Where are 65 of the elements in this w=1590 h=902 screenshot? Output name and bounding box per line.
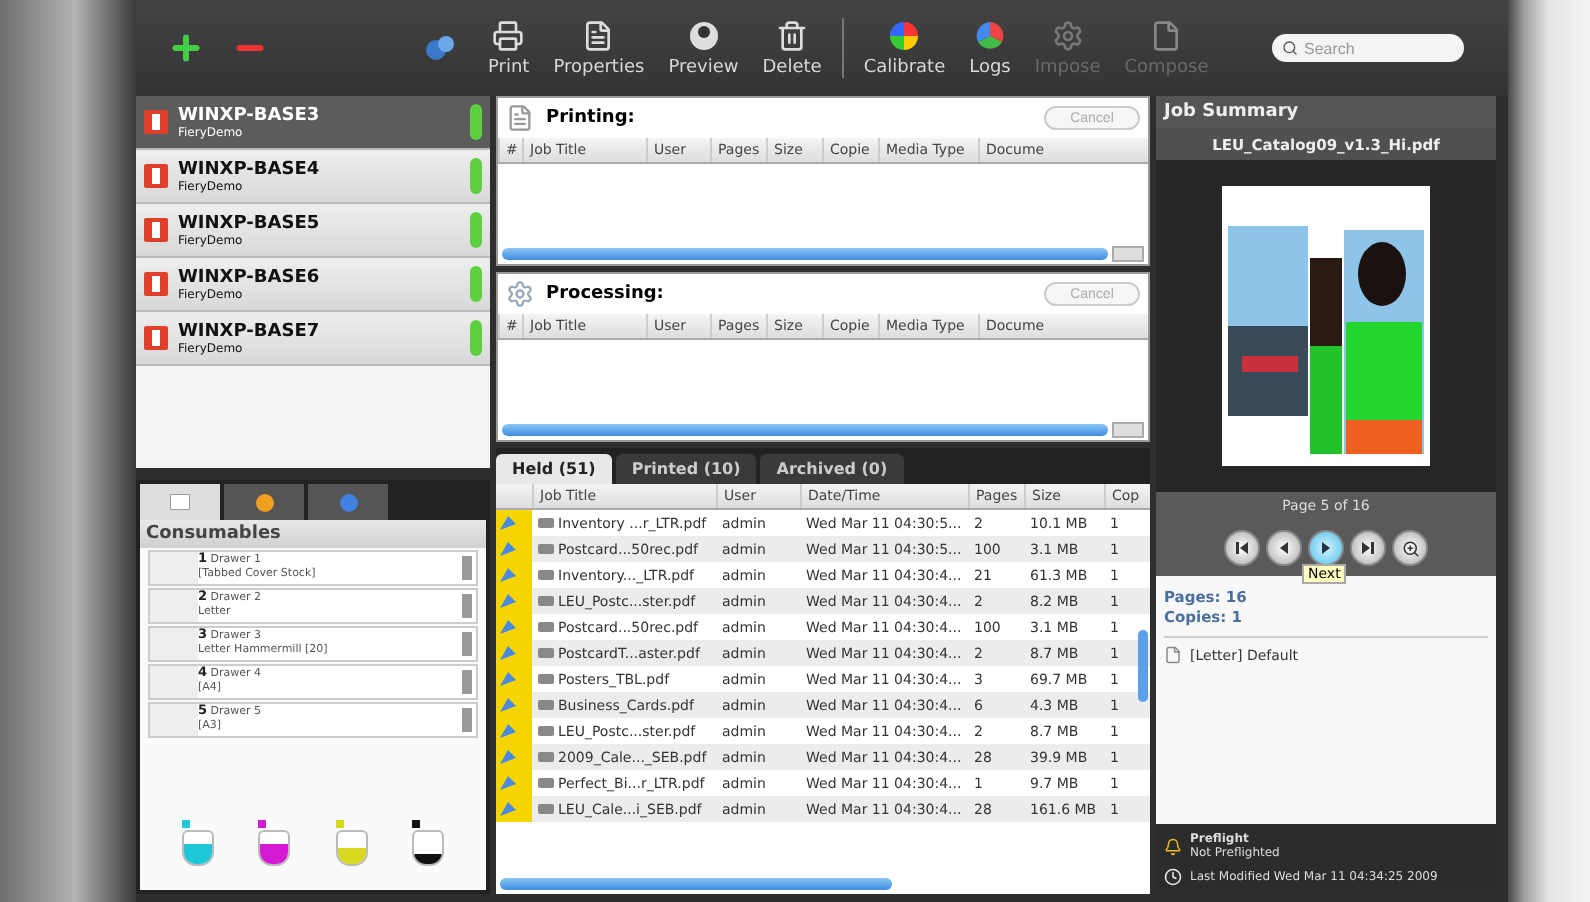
toolbar-button[interactable]: Properties <box>541 19 657 77</box>
server-icon <box>144 218 168 242</box>
server-icon <box>144 326 168 350</box>
nav-button[interactable] <box>1392 530 1428 566</box>
nav-button[interactable] <box>1224 530 1260 566</box>
toolbar-button[interactable]: Delete <box>750 19 834 77</box>
document-icon <box>582 19 615 51</box>
toolbar-button[interactable]: Calibrate <box>851 19 958 77</box>
preview-icon <box>687 19 720 51</box>
nav-button[interactable] <box>1308 530 1344 566</box>
nav-button[interactable] <box>1266 530 1302 566</box>
nav-button[interactable] <box>1350 530 1386 566</box>
printer-icon <box>492 19 525 51</box>
panel-title: Job Summary <box>1156 96 1496 128</box>
search-field[interactable]: Search <box>1272 34 1464 62</box>
panel-tab[interactable] <box>224 484 304 520</box>
add-icon[interactable] <box>168 30 204 66</box>
toolbar-button[interactable]: Print <box>476 19 542 77</box>
spheres-icon[interactable] <box>424 32 456 64</box>
queue-title: Printing: <box>546 108 635 128</box>
first-page-icon <box>1234 540 1250 556</box>
document-icon <box>1150 19 1183 51</box>
tab[interactable]: Printed (10) <box>615 454 757 484</box>
toolbar-button[interactable]: Logs <box>957 19 1023 77</box>
next-icon <box>1318 540 1334 556</box>
info-icon <box>339 493 357 511</box>
clock-icon <box>1164 868 1182 886</box>
status-icon <box>255 493 273 511</box>
server-name: WINXP-BASE3 <box>178 105 320 125</box>
server-name: WINXP-BASE6 <box>178 267 320 287</box>
color-wheel-icon <box>888 19 921 51</box>
panel-tab[interactable] <box>140 484 220 520</box>
pie-icon <box>973 19 1006 51</box>
drawer-swatch <box>150 552 198 584</box>
document-icon <box>506 104 534 132</box>
search-icon <box>1282 40 1298 56</box>
scrollbar[interactable] <box>1138 630 1148 702</box>
last-page-icon <box>1360 540 1376 556</box>
document-icon <box>1164 646 1182 664</box>
drawer-swatch <box>150 704 198 736</box>
gear-icon <box>506 280 534 308</box>
drawer-swatch <box>150 628 198 660</box>
drawer-swatch <box>150 590 198 622</box>
previous-icon <box>1276 540 1292 556</box>
panel-tab[interactable] <box>308 484 388 520</box>
tab[interactable]: Archived (0) <box>760 454 904 484</box>
server-name: WINXP-BASE5 <box>178 213 320 233</box>
server-icon <box>144 164 168 188</box>
scrollbar[interactable] <box>502 423 1108 435</box>
server-icon <box>144 110 168 134</box>
server-name: WINXP-BASE4 <box>178 159 320 179</box>
bell-icon <box>1164 837 1182 855</box>
scrollbar[interactable] <box>500 877 893 889</box>
scrollbar[interactable] <box>502 247 1108 259</box>
server-icon <box>144 272 168 296</box>
queue-title: Processing: <box>546 284 664 304</box>
server-name: WINXP-BASE7 <box>178 321 320 341</box>
gear-icon <box>1051 19 1084 51</box>
panel-title: Consumables <box>140 520 486 548</box>
drawer-swatch <box>150 666 198 698</box>
paper-icon <box>170 494 190 510</box>
zoom-icon <box>1401 539 1419 557</box>
trash-icon <box>776 19 809 51</box>
tab[interactable]: Held (51) <box>496 454 612 484</box>
toolbar-button[interactable]: Preview <box>656 19 751 77</box>
